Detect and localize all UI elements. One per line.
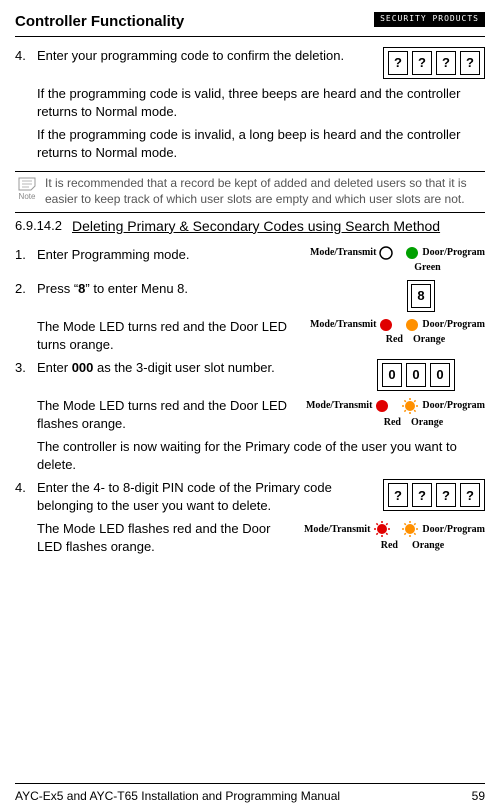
key-box: ?: [388, 51, 408, 75]
key-box: 0: [406, 363, 426, 387]
led-sub-label: Orange: [411, 416, 443, 430]
led-figure: Mode/Transmit Door/Program Red Orange: [310, 318, 485, 347]
page-number: 59: [472, 788, 485, 804]
led-left-label: Mode/Transmit: [304, 523, 370, 537]
led-right-label: Door/Program: [422, 318, 485, 332]
step-4b: 4. Enter the 4- to 8-digit PIN code of t…: [15, 479, 485, 555]
key-box: 8: [411, 284, 431, 308]
led-right-label: Door/Program: [422, 523, 485, 537]
step-text: Enter 000 as the 3-digit user slot numbe…: [37, 359, 367, 377]
key-box: ?: [388, 483, 408, 507]
step-text: Press “8” to enter Menu 8.: [37, 280, 397, 298]
step-4a: 4. Enter your programming code to confir…: [15, 47, 485, 161]
note-label: Note: [19, 192, 36, 202]
step-number: 4.: [15, 479, 37, 555]
keypad-figure: 8: [407, 280, 435, 312]
paragraph: If the programming code is invalid, a lo…: [37, 126, 485, 161]
key-box: ?: [460, 483, 480, 507]
paragraph: The Mode LED turns red and the Door LED …: [37, 318, 300, 353]
led-green-icon: [405, 246, 419, 260]
page-footer: AYC-Ex5 and AYC-T65 Installation and Pro…: [15, 783, 485, 804]
led-red-icon: [379, 318, 393, 332]
led-figure: Mode/Transmit: [306, 397, 485, 430]
led-orange-icon: [405, 318, 419, 332]
step-number: 4.: [15, 47, 37, 161]
key-box: 0: [382, 363, 402, 387]
header-brand: SECURITY PRODUCTS: [374, 12, 485, 27]
led-red-icon: [375, 399, 389, 413]
step-1: 1. Enter Programming mode. Mode/Transmit…: [15, 246, 485, 275]
step-text: Enter your programming code to confirm t…: [37, 47, 373, 65]
note-block: Note It is recommended that a record be …: [15, 171, 485, 212]
led-sub-label: Orange: [412, 539, 444, 553]
note-icon: Note: [15, 176, 39, 207]
led-sub-label: Green: [310, 261, 485, 275]
step-2: 2. Press “8” to enter Menu 8. 8 The Mode…: [15, 280, 485, 353]
key-box: ?: [412, 483, 432, 507]
led-red-flash-icon: [373, 520, 391, 538]
section-number: 6.9.14.2: [15, 217, 62, 235]
led-off-icon: [379, 246, 393, 260]
paragraph: The controller is now waiting for the Pr…: [37, 438, 485, 473]
led-orange-flash-icon: [401, 520, 419, 538]
led-sub-label: Red: [381, 539, 398, 553]
led-sub-label: Red: [386, 333, 403, 347]
keypad-figure: ? ? ? ?: [383, 47, 485, 79]
note-text: It is recommended that a record be kept …: [45, 176, 485, 207]
led-left-label: Mode/Transmit: [310, 246, 376, 260]
keypad-figure: ? ? ? ?: [383, 479, 485, 511]
led-sub-label: Red: [384, 416, 401, 430]
section-heading: 6.9.14.2 Deleting Primary & Secondary Co…: [15, 217, 485, 236]
key-box: ?: [436, 483, 456, 507]
led-left-label: Mode/Transmit: [310, 318, 376, 332]
key-row: ? ? ? ?: [383, 47, 485, 79]
led-left-label: Mode/Transmit: [306, 399, 372, 413]
paragraph: The Mode LED flashes red and the Door LE…: [37, 520, 294, 555]
led-right-label: Door/Program: [422, 399, 485, 413]
step-text: Enter Programming mode.: [37, 246, 300, 264]
step-number: 3.: [15, 359, 37, 473]
footer-text: AYC-Ex5 and AYC-T65 Installation and Pro…: [15, 788, 340, 804]
page-header: Controller Functionality SECURITY PRODUC…: [15, 12, 485, 37]
key-box: ?: [436, 51, 456, 75]
step-number: 1.: [15, 246, 37, 275]
key-box: 0: [430, 363, 450, 387]
led-figure: Mode/Transmit: [304, 520, 485, 553]
section-title: Deleting Primary & Secondary Codes using…: [72, 217, 485, 236]
led-figure: Mode/Transmit Door/Program Green: [310, 246, 485, 275]
led-sub-label: Orange: [413, 333, 445, 347]
led-orange-flash-icon: [401, 397, 419, 415]
key-box: ?: [460, 51, 480, 75]
step-text: Enter the 4- to 8-digit PIN code of the …: [37, 479, 373, 514]
step-3: 3. Enter 000 as the 3-digit user slot nu…: [15, 359, 485, 473]
header-title: Controller Functionality: [15, 12, 184, 32]
step-number: 2.: [15, 280, 37, 353]
keypad-figure: 0 0 0: [377, 359, 455, 391]
key-box: ?: [412, 51, 432, 75]
paragraph: The Mode LED turns red and the Door LED …: [37, 397, 296, 432]
paragraph: If the programming code is valid, three …: [37, 85, 485, 120]
led-right-label: Door/Program: [422, 246, 485, 260]
